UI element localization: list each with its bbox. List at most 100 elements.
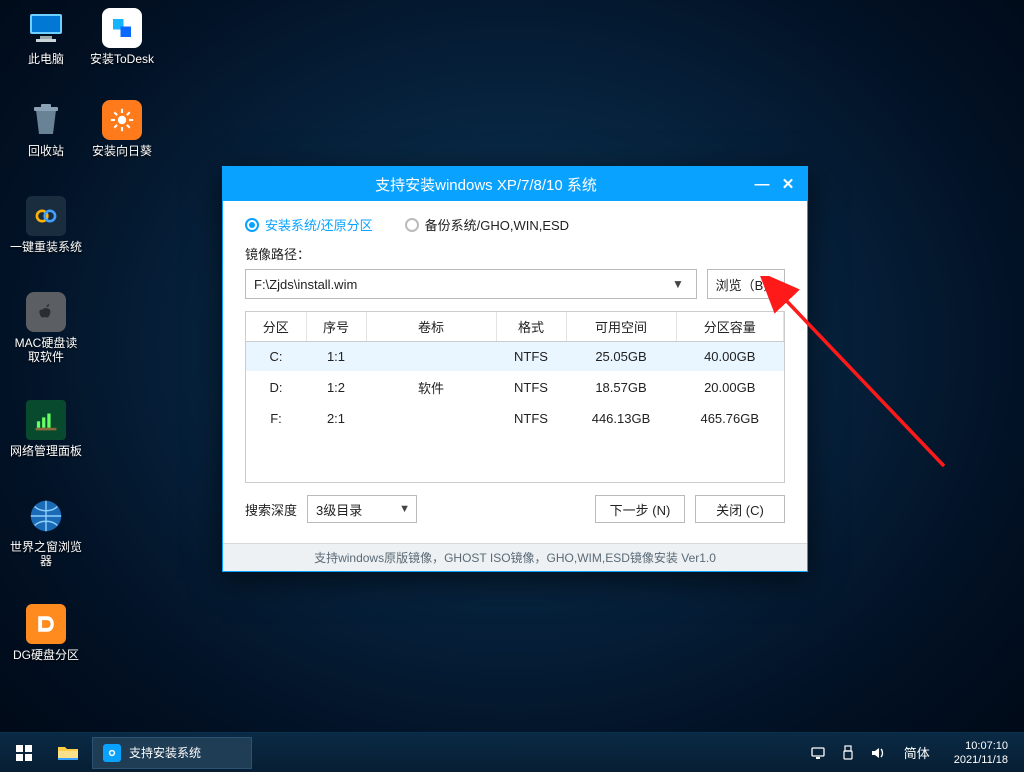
- desktop-icon-label: 一键重装系统: [10, 240, 82, 254]
- dialog-body: 安装系统/还原分区 备份系统/GHO,WIN,ESD 镜像路径： F:\Zjds…: [223, 201, 807, 543]
- close-button[interactable]: 关闭 (C): [695, 495, 785, 523]
- desktop-icon-label: 世界之窗浏览器: [10, 540, 82, 568]
- bars-icon: [26, 400, 66, 440]
- desktop-icon-recycle-bin[interactable]: 回收站: [10, 100, 82, 158]
- depth-value: 3级目录: [316, 500, 362, 519]
- desktop-icon-todesk[interactable]: 安装ToDesk: [86, 8, 158, 66]
- radio-dot-icon: [245, 218, 259, 232]
- taskbar-clock[interactable]: 10:07:10 2021/11/18: [948, 739, 1014, 767]
- clock-date: 2021/11/18: [954, 753, 1008, 767]
- cell-index: 1:1: [306, 342, 366, 372]
- th-volume: 卷标: [366, 312, 496, 342]
- partition-table: 分区 序号 卷标 格式 可用空间 分区容量 C: 1:1 NTFS 25.05: [246, 312, 784, 433]
- cell-volume: [366, 404, 496, 433]
- cell-partition: F:: [246, 404, 306, 433]
- desktop-icon-network-panel[interactable]: 网络管理面板: [10, 400, 82, 458]
- cell-volume: [366, 342, 496, 372]
- cell-partition: C:: [246, 342, 306, 372]
- partition-table-wrap: 分区 序号 卷标 格式 可用空间 分区容量 C: 1:1 NTFS 25.05: [245, 311, 785, 483]
- image-path-select[interactable]: F:\Zjds\install.wim ▼: [245, 269, 697, 299]
- cell-total: 20.00GB: [676, 371, 784, 404]
- radio-label: 备份系统/GHO,WIN,ESD: [425, 215, 569, 234]
- next-button[interactable]: 下一步 (N): [595, 495, 685, 523]
- trash-icon: [26, 100, 66, 140]
- desktop-icon-label: 此电脑: [10, 52, 82, 66]
- browse-button[interactable]: 浏览（B）: [707, 269, 785, 299]
- desktop-icon-label: 安装向日葵: [86, 144, 158, 158]
- th-fs: 格式: [496, 312, 566, 342]
- cell-partition: D:: [246, 371, 306, 404]
- gear-icon: [103, 744, 121, 762]
- chevron-down-icon: ▼: [399, 503, 410, 515]
- taskbar-app-label: 支持安装系统: [129, 744, 201, 761]
- radio-dot-icon: [405, 218, 419, 232]
- th-index: 序号: [306, 312, 366, 342]
- taskbar: 支持安装系统 简体 10:07:10 2021/11/18: [0, 732, 1024, 772]
- desktop-icon-this-pc[interactable]: 此电脑: [10, 8, 82, 66]
- footer-text: 支持windows原版镜像，GHOST ISO镜像，GHO,WIM,ESD镜像安…: [314, 549, 716, 566]
- taskbar-app-installer[interactable]: 支持安装系统: [92, 737, 252, 769]
- ime-indicator[interactable]: 简体: [900, 743, 934, 762]
- todesk-icon: [102, 8, 142, 48]
- table-header-row: 分区 序号 卷标 格式 可用空间 分区容量: [246, 312, 784, 342]
- dialog-footer: 支持windows原版镜像，GHOST ISO镜像，GHO,WIM,ESD镜像安…: [223, 543, 807, 571]
- table-row[interactable]: F: 2:1 NTFS 446.13GB 465.76GB: [246, 404, 784, 433]
- cell-index: 1:2: [306, 371, 366, 404]
- cell-fs: NTFS: [496, 371, 566, 404]
- chevron-down-icon: ▼: [666, 270, 690, 298]
- taskbar-explorer-button[interactable]: [48, 733, 88, 772]
- system-tray: 简体 10:07:10 2021/11/18: [810, 739, 1024, 767]
- radio-backup[interactable]: 备份系统/GHO,WIN,ESD: [405, 215, 569, 234]
- windows-icon: [16, 745, 32, 761]
- cell-total: 40.00GB: [676, 342, 784, 372]
- dialog-title: 支持安装windows XP/7/8/10 系统: [223, 174, 749, 195]
- desktop-icon-label: MAC硬盘读取软件: [10, 336, 82, 364]
- next-label: 下一步 (N): [610, 500, 671, 519]
- desktop-icon-sunflower[interactable]: 安装向日葵: [86, 100, 158, 158]
- th-free: 可用空间: [566, 312, 676, 342]
- folder-icon: [57, 744, 79, 762]
- desktop-icon-label: 网络管理面板: [10, 444, 82, 458]
- volume-icon[interactable]: [870, 745, 886, 761]
- apple-icon: [26, 292, 66, 332]
- path-row: F:\Zjds\install.wim ▼ 浏览（B）: [245, 269, 785, 299]
- browse-label: 浏览（B）: [716, 275, 777, 294]
- desktop-icon-browser[interactable]: 世界之窗浏览器: [10, 496, 82, 568]
- dialog-titlebar[interactable]: 支持安装windows XP/7/8/10 系统 — ✕: [223, 167, 807, 201]
- close-label: 关闭 (C): [716, 500, 764, 519]
- disk-icon: [26, 604, 66, 644]
- radio-label: 安装系统/还原分区: [265, 215, 373, 234]
- cell-total: 465.76GB: [676, 404, 784, 433]
- bottom-row: 搜索深度 3级目录 ▼ 下一步 (N) 关闭 (C): [245, 495, 785, 523]
- desktop-icon-reinstall[interactable]: 一键重装系统: [10, 196, 82, 254]
- monitor-icon: [26, 8, 66, 48]
- table-row[interactable]: D: 1:2 软件 NTFS 18.57GB 20.00GB: [246, 371, 784, 404]
- usb-icon[interactable]: [840, 745, 856, 761]
- th-total: 分区容量: [676, 312, 784, 342]
- depth-select[interactable]: 3级目录 ▼: [307, 495, 417, 523]
- desktop-icon-label: DG硬盘分区: [10, 648, 82, 662]
- globe-icon: [26, 496, 66, 536]
- table-row[interactable]: C: 1:1 NTFS 25.05GB 40.00GB: [246, 342, 784, 372]
- cell-index: 2:1: [306, 404, 366, 433]
- path-label: 镜像路径：: [245, 244, 785, 263]
- th-partition: 分区: [246, 312, 306, 342]
- desktop-icon-label: 回收站: [10, 144, 82, 158]
- cell-volume: 软件: [366, 371, 496, 404]
- start-button[interactable]: [0, 733, 48, 772]
- cell-free: 446.13GB: [566, 404, 676, 433]
- ime-label: 简体: [904, 746, 930, 761]
- desktop-icon-label: 安装ToDesk: [86, 52, 158, 66]
- close-window-button[interactable]: ✕: [775, 171, 801, 197]
- cell-fs: NTFS: [496, 342, 566, 372]
- desktop-icon-mac-disk[interactable]: MAC硬盘读取软件: [10, 292, 82, 364]
- radio-install-restore[interactable]: 安装系统/还原分区: [245, 215, 373, 234]
- minimize-button[interactable]: —: [749, 171, 775, 197]
- clock-time: 10:07:10: [954, 739, 1008, 753]
- desktop-icon-dg-partition[interactable]: DG硬盘分区: [10, 604, 82, 662]
- install-dialog: 支持安装windows XP/7/8/10 系统 — ✕ 安装系统/还原分区 备…: [222, 166, 808, 572]
- cell-free: 18.57GB: [566, 371, 676, 404]
- cell-free: 25.05GB: [566, 342, 676, 372]
- sunflower-icon: [102, 100, 142, 140]
- network-icon[interactable]: [810, 745, 826, 761]
